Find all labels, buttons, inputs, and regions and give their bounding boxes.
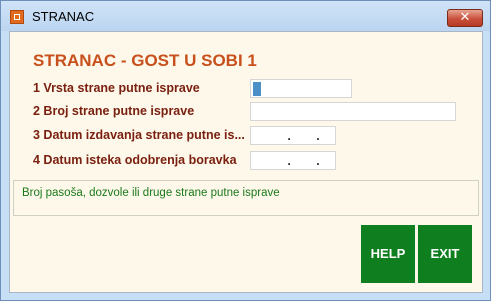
field-label-issue-date: 3 Datum izdavanja strane putne is... (33, 128, 245, 142)
issue-date-input[interactable]: . . (250, 126, 336, 145)
exit-button[interactable]: EXIT (418, 225, 472, 283)
document-number-input[interactable] (250, 102, 456, 121)
field-label-stay-expiry-date: 4 Datum isteka odobrenja boravka (33, 153, 237, 167)
hint-text: Broj pasoša, dozvole ili druge strane pu… (22, 187, 280, 199)
hint-box: Broj pasoša, dozvole ili druge strane pu… (13, 180, 479, 216)
form-heading: STRANAC - GOST U SOBI 1 (33, 51, 257, 70)
help-button[interactable]: HELP (361, 225, 415, 283)
app-icon[interactable] (10, 10, 24, 24)
stranac-window: STRANAC ✕ STRANAC - GOST U SOBI 1 1 Vrst… (0, 0, 491, 301)
form-panel: STRANAC - GOST U SOBI 1 1 Vrsta strane p… (9, 31, 483, 293)
field-label-document-number: 2 Broj strane putne isprave (33, 104, 195, 118)
title-bar[interactable]: STRANAC ✕ (1, 1, 490, 31)
close-button[interactable]: ✕ (447, 9, 483, 27)
stay-expiry-date-value: . . (271, 154, 322, 168)
app-icon-inner (14, 14, 20, 20)
stay-expiry-date-input[interactable]: . . (250, 151, 336, 170)
close-icon: ✕ (459, 10, 471, 25)
document-type-input[interactable] (250, 79, 352, 98)
window-title: STRANAC (32, 9, 95, 24)
text-caret (253, 82, 261, 96)
field-label-document-type: 1 Vrsta strane putne isprave (33, 81, 200, 95)
issue-date-value: . . (271, 129, 322, 143)
